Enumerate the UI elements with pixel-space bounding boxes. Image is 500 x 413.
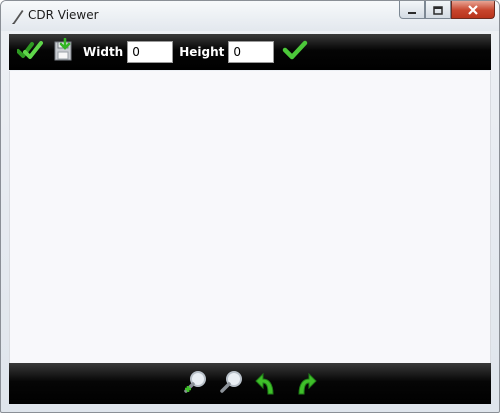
zoom-in-button[interactable]: [182, 370, 210, 398]
rotate-left-button[interactable]: [254, 370, 282, 398]
pen-icon: [11, 8, 25, 24]
bottom-toolbar: [9, 363, 491, 404]
width-label: Width: [83, 45, 124, 59]
rotate-left-icon: [255, 368, 281, 400]
check-icon: [282, 39, 308, 65]
minimize-button[interactable]: [399, 1, 425, 19]
apply-size-button[interactable]: [282, 39, 308, 65]
height-input[interactable]: [228, 41, 275, 63]
width-input[interactable]: [127, 41, 174, 63]
save-disk-icon: [53, 37, 75, 66]
zoom-in-icon: [182, 368, 210, 400]
app-window: CDR Viewer Width 0 Height 0: [0, 0, 500, 413]
save-button[interactable]: [51, 37, 77, 66]
image-canvas[interactable]: [9, 71, 491, 363]
maximize-icon: [433, 1, 443, 19]
open-button[interactable]: [16, 39, 43, 65]
double-check-icon: [16, 39, 43, 65]
close-button[interactable]: [451, 1, 495, 19]
window-title: CDR Viewer: [28, 8, 99, 22]
rotate-right-icon: [291, 368, 317, 400]
height-label: Height: [179, 45, 225, 59]
minimize-icon: [407, 1, 417, 19]
zoom-out-button[interactable]: [218, 370, 246, 398]
maximize-button[interactable]: [425, 1, 451, 19]
zoom-out-icon: [218, 368, 246, 400]
top-toolbar: Width Height: [9, 34, 491, 70]
close-icon: [467, 1, 479, 19]
rotate-right-button[interactable]: [290, 370, 318, 398]
window-controls: [399, 1, 495, 19]
title-bar[interactable]: CDR Viewer: [1, 1, 499, 31]
